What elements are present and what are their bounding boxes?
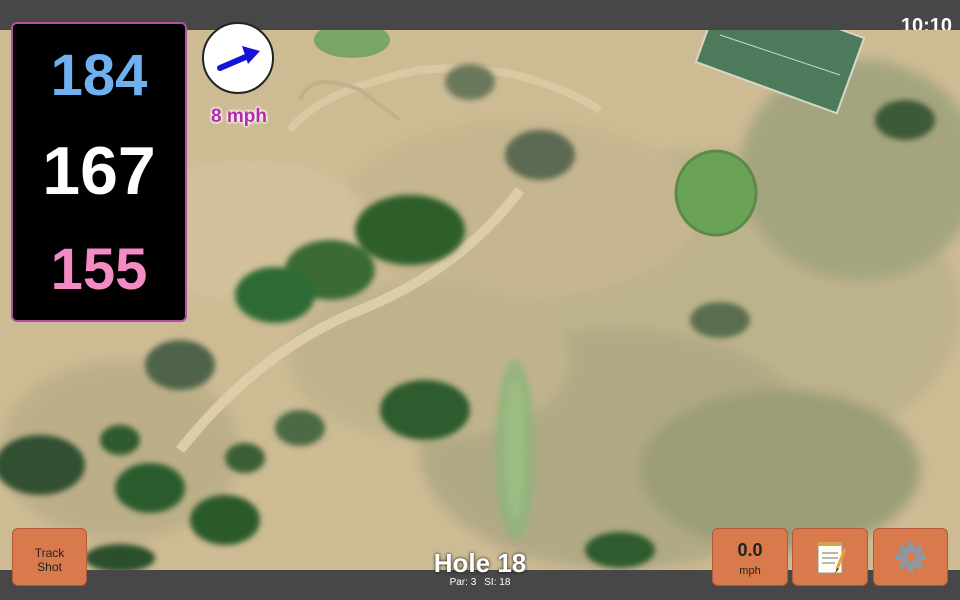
notes-button[interactable] [792, 528, 868, 586]
back-distance: 184 [50, 43, 148, 108]
wind-indicator[interactable] [202, 22, 274, 94]
middle-distance: 167 [42, 133, 156, 209]
track-shot-label-line2: Shot [37, 560, 62, 574]
wind-arrow-icon [217, 46, 260, 71]
settings-button[interactable] [873, 528, 948, 586]
putting-green [674, 149, 758, 237]
wind-speed: 8 mph [211, 106, 267, 127]
track-shot-button[interactable]: Track Shot [12, 528, 87, 586]
hole-subinfo: Par: 3 SI: 18 [380, 577, 580, 588]
track-shot-label-line1: Track [34, 546, 65, 560]
hole-par: Par: 3 [449, 577, 477, 588]
hole-si: SI: 18 [484, 577, 511, 588]
speed-value: 0.0 [737, 540, 763, 560]
hole-title: Hole 18 [433, 548, 527, 578]
gear-icon [896, 542, 926, 572]
notepad-icon [817, 542, 847, 574]
speed-unit: mph [739, 565, 761, 577]
speed-button[interactable]: 0.0 mph [712, 528, 788, 586]
distance-panel: 184 167 155 [11, 22, 187, 322]
front-distance: 155 [50, 237, 148, 302]
